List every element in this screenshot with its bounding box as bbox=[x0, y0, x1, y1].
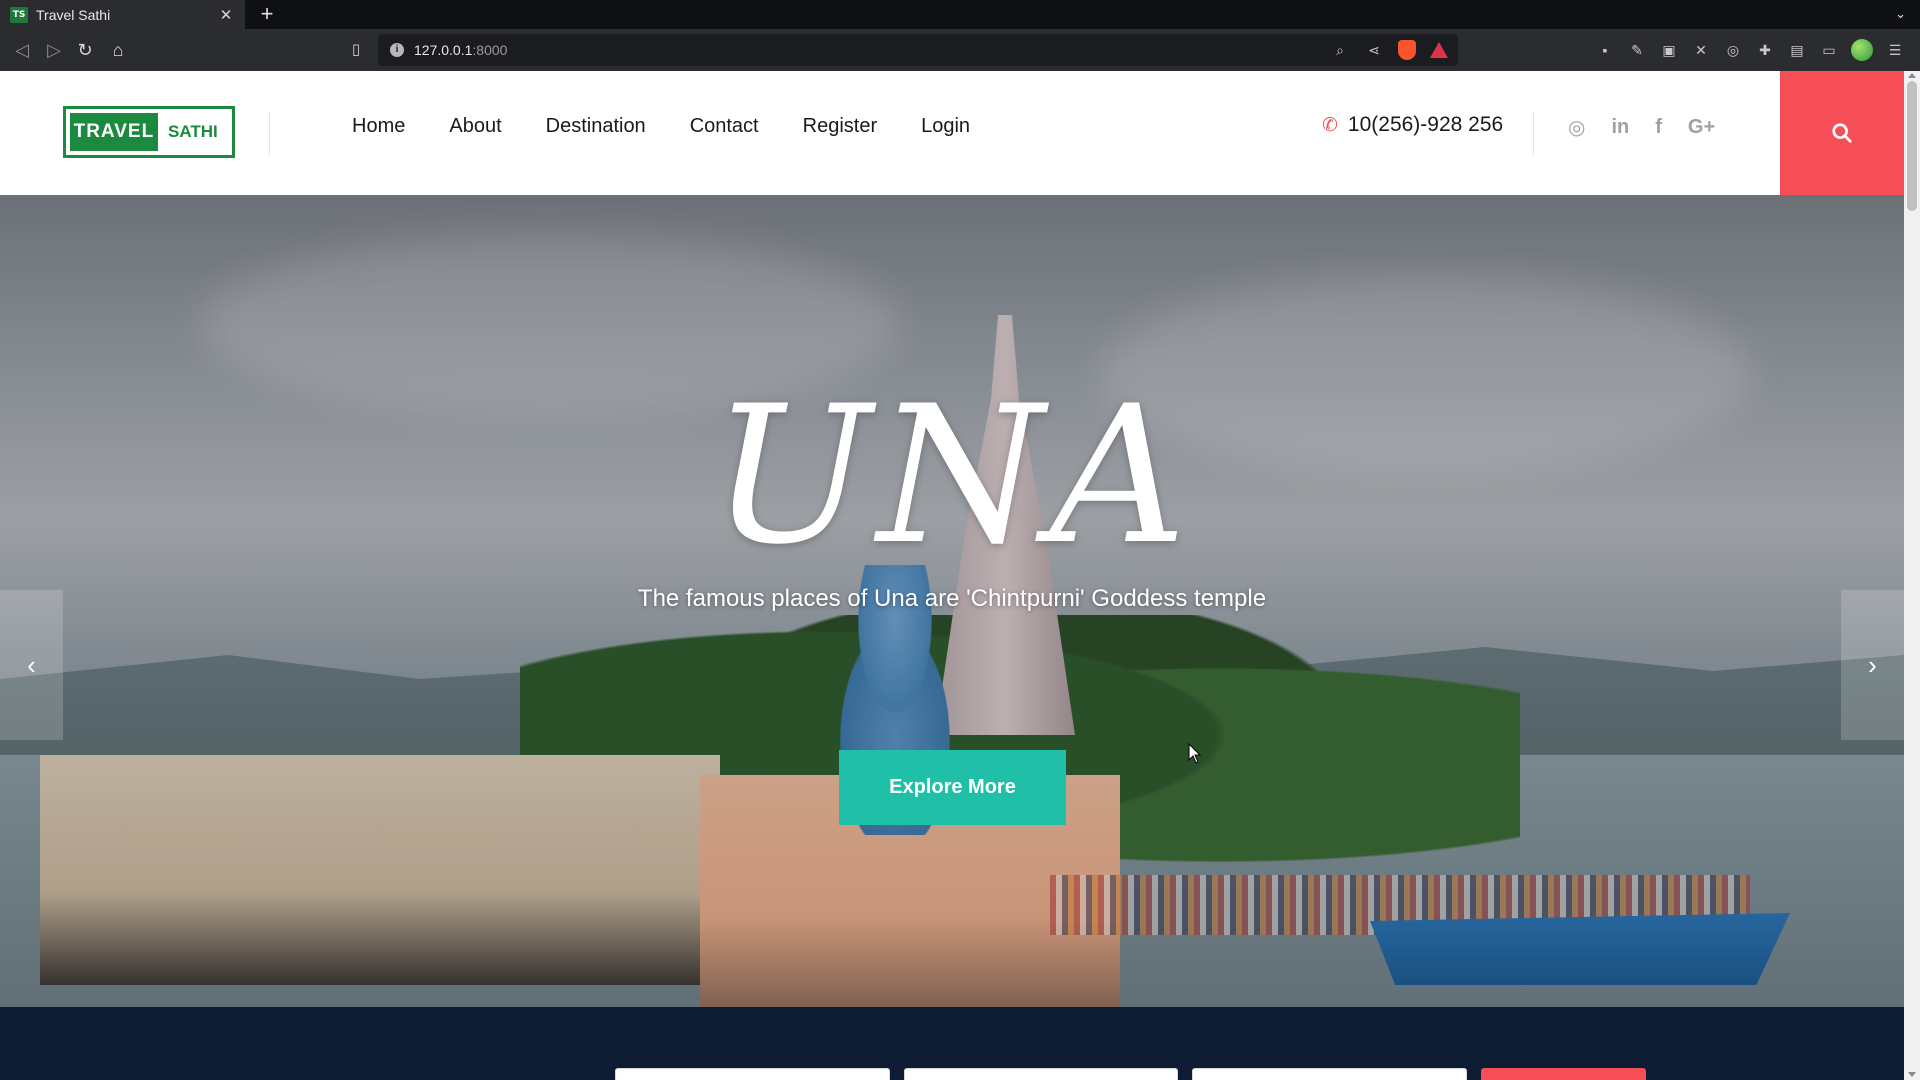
tab-title: Travel Sathi bbox=[36, 6, 111, 23]
chevron-down-icon[interactable]: ⌄ bbox=[1895, 6, 1906, 22]
facebook-icon[interactable]: f bbox=[1655, 116, 1662, 139]
chevron-right-icon: › bbox=[1868, 649, 1877, 680]
site-header: TRAVEL SATHI Home About Destination Cont… bbox=[0, 71, 1904, 195]
header-divider bbox=[1533, 111, 1534, 155]
extension-pen-icon[interactable]: ✎ bbox=[1627, 40, 1647, 60]
instagram-icon[interactable]: ◎ bbox=[1568, 115, 1585, 140]
phone-contact[interactable]: ✆ 10(256)-928 256 bbox=[1322, 113, 1503, 137]
slider-prev-button[interactable]: ‹ bbox=[0, 590, 63, 740]
search-button[interactable] bbox=[1780, 71, 1904, 195]
forward-icon[interactable]: ▷ bbox=[42, 38, 66, 62]
brave-shield-icon[interactable] bbox=[1398, 40, 1416, 60]
close-icon[interactable]: ✕ bbox=[217, 6, 235, 24]
logo-text-sathi: SATHI bbox=[157, 113, 228, 151]
booking-field[interactable] bbox=[1192, 1068, 1467, 1080]
menu-item-destination[interactable]: Destination bbox=[546, 115, 646, 138]
mute-icon[interactable]: ✕ bbox=[1691, 40, 1711, 60]
chevron-left-icon: ‹ bbox=[27, 649, 36, 680]
browser-toolbar: ◁ ▷ ↻ ⌂ ▯ i 127.0.0.1:8000 ⌕ ⋖ ▪ ✎ ▣ ✕ ◎… bbox=[0, 29, 1920, 71]
phone-icon: ✆ bbox=[1322, 114, 1338, 136]
address-bar[interactable]: i 127.0.0.1:8000 ⌕ ⋖ bbox=[378, 34, 1458, 66]
search-icon bbox=[1832, 123, 1852, 143]
home-icon[interactable]: ⌂ bbox=[106, 38, 130, 62]
puzzle-icon[interactable]: ✚ bbox=[1755, 40, 1775, 60]
explore-more-button[interactable]: Explore More bbox=[839, 750, 1066, 825]
header-divider bbox=[269, 111, 270, 155]
extension-icon[interactable]: ▪ bbox=[1595, 40, 1615, 60]
menu-item-register[interactable]: Register bbox=[803, 115, 877, 138]
sidebar-icon[interactable]: ▤ bbox=[1787, 40, 1807, 60]
wallet-icon[interactable]: ▭ bbox=[1819, 40, 1839, 60]
scroll-up-icon[interactable] bbox=[1908, 73, 1916, 78]
browser-tab-strip: TS Travel Sathi ✕ + ⌄ bbox=[0, 0, 1920, 29]
extensions-area: ▪ ✎ ▣ ✕ ◎ ✚ ▤ ▭ ☰ bbox=[1595, 39, 1905, 61]
bookmark-icon[interactable]: ▯ bbox=[346, 38, 366, 62]
logo-text-travel: TRAVEL bbox=[70, 113, 158, 151]
reload-icon[interactable]: ↻ bbox=[73, 38, 97, 62]
menu-item-about[interactable]: About bbox=[449, 115, 501, 138]
page-scrollbar[interactable] bbox=[1904, 71, 1920, 1080]
scroll-down-icon[interactable] bbox=[1908, 1072, 1916, 1077]
social-links: ◎ in f G+ bbox=[1568, 115, 1741, 140]
slider-next-button[interactable]: › bbox=[1841, 590, 1904, 740]
booking-strip bbox=[0, 1007, 1904, 1080]
menu-item-home[interactable]: Home bbox=[352, 115, 405, 138]
linkedin-icon[interactable]: in bbox=[1611, 116, 1629, 139]
profile-avatar[interactable] bbox=[1851, 39, 1873, 61]
url-port: :8000 bbox=[472, 42, 508, 58]
menu-item-login[interactable]: Login bbox=[921, 115, 970, 138]
site-logo[interactable]: TRAVEL SATHI bbox=[63, 106, 235, 158]
hero-subtitle: The famous places of Una are 'Chintpurni… bbox=[637, 585, 1267, 612]
scrollbar-thumb[interactable] bbox=[1907, 81, 1917, 211]
main-menu: Home About Destination Contact Register … bbox=[352, 115, 1014, 138]
menu-icon[interactable]: ☰ bbox=[1885, 40, 1905, 60]
back-icon[interactable]: ◁ bbox=[10, 38, 34, 62]
menu-item-contact[interactable]: Contact bbox=[690, 115, 759, 138]
hero-title: UNA bbox=[711, 365, 1193, 586]
share-icon[interactable]: ⋖ bbox=[1364, 40, 1384, 60]
booking-field[interactable] bbox=[904, 1068, 1178, 1080]
google-plus-icon[interactable]: G+ bbox=[1688, 116, 1715, 139]
site-info-icon[interactable]: i bbox=[390, 43, 404, 57]
extension-page-icon[interactable]: ▣ bbox=[1659, 40, 1679, 60]
brave-rewards-icon[interactable] bbox=[1430, 42, 1448, 58]
zoom-icon[interactable]: ⌕ bbox=[1330, 40, 1350, 60]
hero-slider: UNA The famous places of Una are 'Chintp… bbox=[0, 195, 1904, 1007]
booking-field[interactable] bbox=[615, 1068, 890, 1080]
new-tab-icon[interactable]: + bbox=[255, 2, 279, 26]
extension-circle-icon[interactable]: ◎ bbox=[1723, 40, 1743, 60]
url-host: 127.0.0.1 bbox=[414, 42, 473, 58]
booking-submit-button[interactable] bbox=[1481, 1068, 1646, 1080]
phone-number: 10(256)-928 256 bbox=[1347, 113, 1504, 136]
mouse-cursor-icon bbox=[1188, 743, 1202, 764]
browser-tab[interactable]: TS Travel Sathi ✕ bbox=[0, 0, 245, 29]
web-page: TRAVEL SATHI Home About Destination Cont… bbox=[0, 71, 1904, 1080]
tab-favicon: TS bbox=[10, 6, 28, 23]
